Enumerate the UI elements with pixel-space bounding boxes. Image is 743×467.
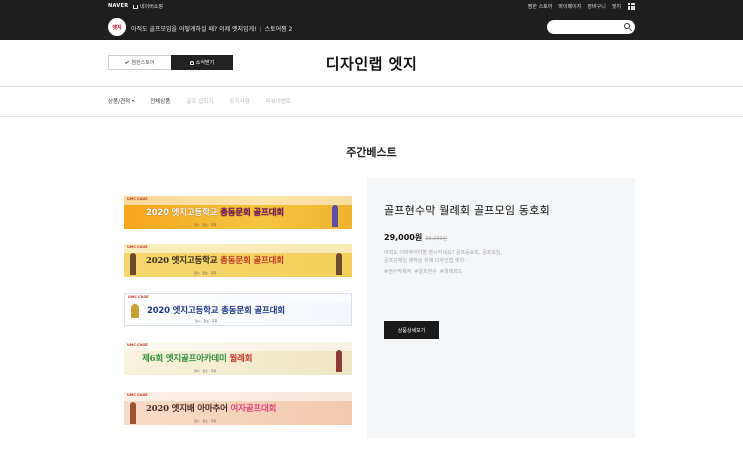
store-ticker: 아직도 골프모임을 어떻게하실 때? 이제 엣지입게! | 스토어찜 2 (131, 26, 293, 33)
banner-text: 2020 엣지고등학교 총동문회 골프대회 (146, 206, 284, 218)
product-name[interactable]: 골프현수막 월례회 골프모임 동호회 (384, 202, 614, 218)
product-original-price: 35,000원 (425, 236, 448, 242)
util-links: 찜한 스토어 마이페이지 장바구니 엣지 (528, 3, 621, 10)
banner-sub: 일시 · 장소 · 주최 (194, 223, 217, 227)
golfer-figure-icon (130, 402, 136, 424)
store-title[interactable]: 디자인랩 엣지 (0, 53, 743, 74)
banner-text-main: 2020 엣지배 아마추어 (146, 404, 231, 414)
banner-sub: 일시 · 장소 · 주최 (194, 271, 217, 275)
nav-item-all-products-label: 전체상품 (150, 99, 171, 105)
nav-item-products[interactable]: 상품/견적 (108, 97, 135, 105)
banner-image: UMC CAGE 2020 엣지고등학교 총동문회 골프대회 일시 · 장소 ·… (124, 244, 352, 277)
golfer-figure-icon (336, 253, 342, 275)
search-icon[interactable] (624, 23, 630, 29)
golfer-figure-icon (130, 253, 136, 275)
store-search-input[interactable] (547, 20, 635, 34)
product-detail-button[interactable]: 상품상세보기 (384, 321, 439, 339)
banner-image: UMC CAGE 제6회 엣지골프아카데미 월례회 일시 · 장소 · 주최 (124, 342, 352, 375)
nav-item-golf-goods-label: 골프 잡화기 (186, 99, 214, 105)
banner-text: 제6회 엣지골프아카데미 월례회 (142, 352, 253, 364)
banner-text-main: 2020 엣지고등학교 (146, 208, 221, 218)
banner-text-main: 제6회 엣지골프아카데미 (142, 354, 230, 364)
nav-item-notice[interactable]: 공지사항 (229, 97, 249, 105)
chevron-down-icon (132, 100, 135, 102)
banner-image: UMC CAGE 2020 엣지고등학교 총동문회 골프대회 일시 · 장소 ·… (124, 293, 352, 326)
ticker-store-fav-count[interactable]: 스토어찜 2 (265, 26, 293, 33)
nav-item-products-label: 상품/견적 (108, 99, 131, 105)
banner-sub: 일시 · 장소 · 주최 (195, 319, 218, 323)
banner-image: UMC CAGE 2020 엣지배 아마추어 여자골프대회 일시 · 장소 · … (124, 392, 352, 425)
banner-text-highlight: 월례회 (229, 354, 253, 364)
product-price: 29,000원 (384, 233, 423, 242)
banner-brand: UMC CAGE (127, 393, 148, 397)
trophy-icon (131, 304, 139, 318)
banner-sub: 일시 · 장소 · 주최 (194, 419, 217, 423)
banner-sub: 일시 · 장소 · 주최 (194, 369, 217, 373)
banner-text: 2020 엣지배 아마추어 여자골프대회 (146, 402, 276, 414)
nav-item-review-event[interactable]: 리뷰이벤트 (266, 97, 291, 105)
nav-item-review-event-label: 리뷰이벤트 (265, 99, 291, 105)
util-link-fav-store[interactable]: 찜한 스토어 (528, 3, 553, 10)
banner-brand: UMC CAGE (127, 343, 148, 347)
product-description: 아직도 어떠주어야할 엔시커세요? 골프동호회, 골프모임, 골프단체일 제작을… (384, 250, 502, 264)
product-info: 골프현수막 월례회 골프모임 동호회 29,000원 35,000원 아직도 어… (384, 202, 614, 275)
top-bar: NAVER 네이버쇼핑 찜한 스토어 마이페이지 장바구니 엣지 엣지 아직도 … (0, 0, 743, 40)
banner-brand: UMC CAGE (128, 295, 149, 299)
store-header: 찜한스토어 소식받기 디자인랩 엣지 (0, 40, 743, 87)
util-link-cart[interactable]: 장바구니 (587, 3, 605, 10)
banner-text-highlight: 총동문회 골프대회 (220, 208, 284, 218)
product-tags: #현수막제작 #골프현수 #월례회드 (384, 268, 614, 275)
product-tag[interactable]: #골프현수 (414, 268, 437, 275)
util-link-mypage[interactable]: 마이페이지 (558, 3, 581, 10)
nav-item-notice-label: 공지사항 (229, 99, 250, 105)
banner-text: 2020 엣지고등학교 총동문회 골프대회 (146, 254, 284, 266)
banner-brand: UMC CAGE (127, 197, 148, 201)
banner-brand: UMC CAGE (127, 245, 148, 249)
home-icon (133, 4, 138, 9)
price-row: 29,000원 35,000원 (384, 232, 614, 243)
apps-grid-icon[interactable] (628, 3, 635, 10)
store-profile-avatar[interactable]: 엣지 (108, 18, 126, 36)
weekly-best-card: UMC CAGE 2020 엣지고등학교 총동문회 골프대회 일시 · 장소 ·… (108, 178, 635, 438)
banner-text-highlight: 여자골프대회 (230, 404, 277, 414)
ticker-message: 아직도 골프모임을 어떻게하실 때? 이제 엣지입게! (131, 26, 257, 33)
shopping-home-link[interactable]: 네이버쇼핑 (133, 3, 163, 10)
util-link-user[interactable]: 엣지 (612, 3, 621, 10)
store-badge-text: 엣지 (112, 24, 122, 31)
banner-text-main: 2020 엣지고등학교 (146, 256, 221, 266)
product-tag[interactable]: #월례회드 (440, 268, 463, 275)
banner-text: 2020 엣지고등학교 총동문회 골프대회 (147, 304, 285, 316)
banner-text-highlight: 총동문회 골프대회 (220, 256, 284, 266)
category-nav: 상품/견적 전체상품 골프 잡화기 공지사항 리뷰이벤트 (0, 87, 743, 117)
golfer-figure-icon (336, 350, 342, 372)
product-image[interactable]: UMC CAGE 2020 엣지고등학교 총동문회 골프대회 일시 · 장소 ·… (108, 178, 367, 438)
nav-item-all-products[interactable]: 전체상품 (150, 97, 170, 105)
banner-text-highlight: 총동문회 골프대회 (221, 306, 285, 316)
shopping-home-label: 네이버쇼핑 (140, 4, 164, 10)
banner-image: UMC CAGE 2020 엣지고등학교 총동문회 골프대회 일시 · 장소 ·… (124, 196, 352, 229)
banner-text-main: 2020 엣지고등학교 (147, 306, 222, 316)
nav-item-golf-goods[interactable]: 골프 잡화기 (186, 97, 213, 105)
product-tag[interactable]: #현수막제작 (384, 268, 411, 275)
section-title: 주간베스트 (346, 146, 397, 159)
golfer-figure-icon (332, 205, 338, 227)
naver-logo[interactable]: NAVER (108, 3, 128, 9)
